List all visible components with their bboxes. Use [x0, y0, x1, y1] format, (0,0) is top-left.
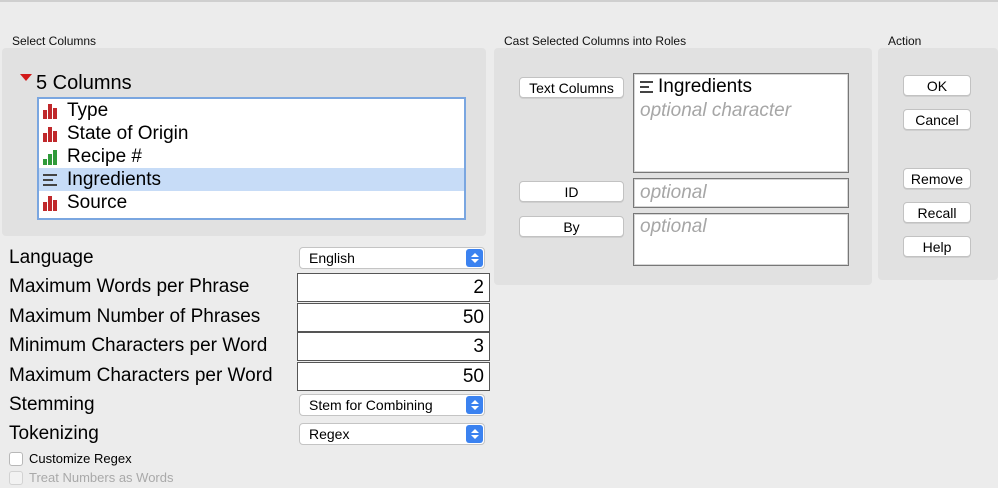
max-words-label: Maximum Words per Phrase [9, 276, 250, 297]
column-item-label: Recipe # [67, 145, 142, 167]
text-icon [640, 79, 653, 95]
ok-button[interactable]: OK [903, 75, 971, 96]
remove-button[interactable]: Remove [903, 168, 971, 189]
continuous-icon [43, 149, 59, 165]
select-columns-title: Select Columns [12, 34, 97, 48]
nominal-icon [43, 126, 59, 142]
by-placeholder: optional [640, 216, 707, 237]
by-button[interactable]: By [519, 216, 624, 237]
nominal-icon [43, 195, 59, 211]
max-chars-input[interactable]: 50 [297, 362, 490, 391]
cast-roles-title: Cast Selected Columns into Roles [504, 34, 687, 48]
help-button[interactable]: Help [903, 236, 971, 257]
column-item-type[interactable]: Type [39, 99, 464, 122]
by-box[interactable]: optional [633, 213, 849, 266]
treat-numbers-checkbox: Treat Numbers as Words [9, 470, 174, 485]
recall-button[interactable]: Recall [903, 202, 971, 223]
cancel-button[interactable]: Cancel [903, 109, 971, 130]
column-item-label: Type [67, 99, 109, 121]
customize-regex-label: Customize Regex [29, 451, 132, 466]
checkbox-box[interactable] [9, 451, 23, 466]
text-columns-entry[interactable]: Ingredients [634, 74, 848, 100]
text-columns-value: Ingredients [658, 76, 753, 97]
id-box[interactable]: optional [633, 178, 849, 208]
max-chars-label: Maximum Characters per Word [9, 365, 273, 386]
column-item-ingredients[interactable]: Ingredients [39, 168, 464, 191]
stemming-label: Stemming [9, 394, 95, 415]
text-columns-placeholder: optional character [640, 100, 792, 121]
action-title: Action [888, 34, 922, 48]
checkbox-box [9, 470, 23, 485]
id-placeholder: optional [640, 182, 707, 203]
select-arrows-icon [466, 396, 483, 414]
stemming-value: Stem for Combining [309, 397, 433, 413]
max-phrases-input[interactable]: 50 [297, 303, 490, 332]
max-words-input[interactable]: 2 [297, 273, 490, 302]
language-label: Language [9, 247, 94, 268]
max-phrases-label: Maximum Number of Phrases [9, 306, 261, 327]
column-item-label: State of Origin [67, 122, 189, 144]
treat-numbers-label: Treat Numbers as Words [29, 470, 174, 485]
stemming-select[interactable]: Stem for Combining [299, 394, 485, 416]
text-columns-button[interactable]: Text Columns [519, 77, 624, 98]
column-list[interactable]: Type State of Origin Recipe # Ingredient… [37, 97, 466, 220]
tokenizing-label: Tokenizing [9, 423, 99, 444]
disclosure-triangle-icon[interactable] [20, 73, 32, 81]
text-icon [43, 172, 59, 188]
columns-header: 5 Columns [20, 70, 132, 96]
language-select[interactable]: English [299, 247, 485, 269]
nominal-icon [43, 103, 59, 119]
select-arrows-icon [466, 249, 483, 267]
select-arrows-icon [466, 425, 483, 443]
min-chars-input[interactable]: 3 [297, 332, 490, 361]
column-item-state-of-origin[interactable]: State of Origin [39, 122, 464, 145]
id-button[interactable]: ID [519, 181, 624, 202]
column-item-recipe[interactable]: Recipe # [39, 145, 464, 168]
columns-count-label: 5 Columns [36, 71, 132, 94]
tokenizing-select[interactable]: Regex [299, 423, 485, 445]
min-chars-label: Minimum Characters per Word [9, 335, 268, 356]
text-columns-box[interactable]: Ingredients optional character [633, 73, 849, 173]
column-item-label: Source [67, 191, 128, 213]
customize-regex-checkbox[interactable]: Customize Regex [9, 451, 132, 466]
column-item-label: Ingredients [67, 168, 162, 190]
column-item-source[interactable]: Source [39, 191, 464, 214]
tokenizing-value: Regex [309, 426, 350, 442]
window-top-border [0, 0, 998, 2]
language-value: English [309, 250, 355, 266]
